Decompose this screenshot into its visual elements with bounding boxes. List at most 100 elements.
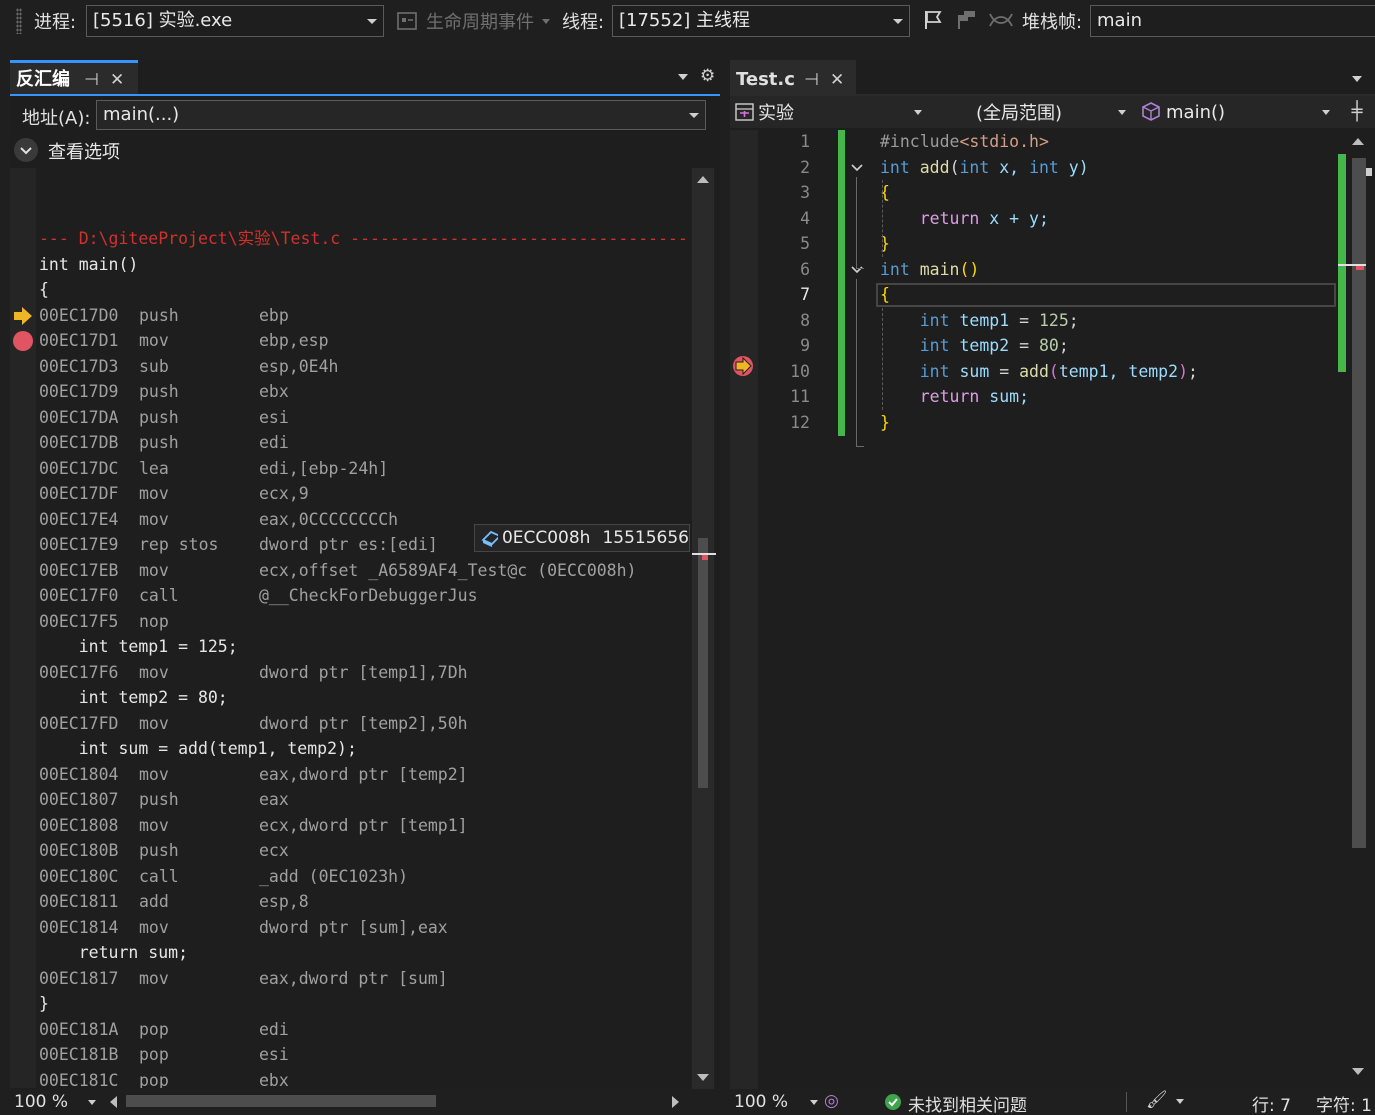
process-combo[interactable]: [5516] 实验.exe <box>86 5 384 37</box>
address-combo[interactable]: main(...) <box>96 100 706 130</box>
current-statement-arrow-icon <box>733 356 753 376</box>
asm-opcode: sub <box>139 356 169 376</box>
code-line[interactable]: int main() <box>880 257 979 283</box>
line-number: 9 <box>800 336 810 355</box>
disassembly-bottom-bar: 100 % <box>10 1089 720 1115</box>
code-line[interactable]: int temp2 = 80; <box>880 333 1069 359</box>
char-indicator[interactable]: 字符: 1 <box>1316 1091 1375 1115</box>
chevron-down-icon[interactable] <box>678 74 688 80</box>
flag-thread-button[interactable] <box>922 9 944 31</box>
line-number: 7 <box>800 285 810 304</box>
asm-operands: ebx <box>259 1070 289 1089</box>
scroll-thumb[interactable] <box>1352 158 1366 848</box>
process-label: 进程: <box>34 12 77 33</box>
scope-combo[interactable]: (全局范围) <box>936 98 1132 126</box>
editor-zoom-combo[interactable]: 100 % <box>734 1092 820 1114</box>
asm-opcode: push <box>139 841 179 860</box>
code-token: sum; <box>979 387 1030 406</box>
code-token: int <box>880 157 910 177</box>
thread-combo[interactable]: [17552] 主线程 <box>612 5 910 37</box>
function-cube-icon <box>1142 102 1160 121</box>
asm-opcode: mov <box>139 917 169 937</box>
close-icon[interactable]: ✕ <box>110 63 124 97</box>
source-text: { <box>39 280 49 299</box>
asm-operands: esp,8 <box>259 892 309 911</box>
code-line[interactable]: { <box>880 282 890 308</box>
tab-disassembly[interactable]: 反汇编 ⊣ ✕ <box>10 60 138 94</box>
view-options-label: 查看选项 <box>48 142 120 163</box>
function-combo[interactable]: main() <box>1140 98 1336 126</box>
toolbar-grip-icon[interactable] <box>16 8 22 34</box>
asm-opcode: nop <box>139 611 169 631</box>
disassembly-code[interactable]: --- D:\giteeProject\实验\Test.c ----------… <box>10 168 690 1088</box>
row-indicator[interactable]: 行: 7 <box>1252 1091 1291 1115</box>
code-cleanup-icon[interactable]: 🖌 <box>1146 1090 1168 1110</box>
source-line[interactable]: int temp2 = 80; <box>39 685 228 711</box>
source-line[interactable]: return sum; <box>39 940 188 966</box>
scroll-down-icon[interactable] <box>697 1074 709 1081</box>
asm-opcode: mov <box>139 968 169 988</box>
code-line[interactable]: int sum = add(temp1, temp2); <box>880 359 1198 385</box>
chevron-down-icon <box>893 19 903 24</box>
scroll-right-icon[interactable] <box>672 1096 679 1108</box>
code-line[interactable]: #include<stdio.h> <box>880 130 1049 155</box>
source-text: int main() <box>39 254 139 274</box>
code-token: = <box>1019 336 1039 355</box>
project-combo[interactable]: 实验 <box>734 98 926 126</box>
editor-vscrollbar[interactable] <box>1338 130 1375 1090</box>
scroll-up-icon[interactable] <box>1352 138 1364 145</box>
source-line[interactable]: int main() <box>39 252 138 278</box>
line-number: 5 <box>800 234 810 253</box>
source-line[interactable]: } <box>39 991 49 1017</box>
code-line[interactable]: return x + y; <box>880 206 1049 232</box>
scroll-down-icon[interactable] <box>1352 1068 1364 1075</box>
code-line[interactable]: int add(int x, int y) <box>880 155 1089 181</box>
editor-code[interactable]: 1 #include<stdio.h> 2 int add(int x, int y)… <box>758 130 1338 1090</box>
disassembly-vscrollbar[interactable] <box>692 168 716 1090</box>
asm-operands: ebp <box>259 305 289 325</box>
issues-status[interactable]: 未找到相关问题 <box>908 1091 1027 1115</box>
asm-address: 00EC1804 <box>39 764 119 784</box>
asm-address: 00EC180B <box>39 841 119 860</box>
asm-operands: edi,[ebp-24h] <box>259 458 389 478</box>
datatip[interactable]: 0ECC008h 15515656 <box>474 524 690 552</box>
fold-chevron-icon[interactable] <box>850 161 864 175</box>
gear-icon[interactable]: ⚙ <box>700 66 715 86</box>
chevron-down-icon <box>367 19 377 24</box>
scroll-thumb[interactable] <box>698 538 708 788</box>
close-icon[interactable]: ✕ <box>830 63 844 97</box>
source-line[interactable]: int temp1 = 125; <box>39 634 238 660</box>
source-line[interactable]: { <box>39 277 49 303</box>
stackframe-combo[interactable]: main <box>1090 5 1375 37</box>
intellicode-icon[interactable]: ◎ <box>824 1091 839 1111</box>
code-line[interactable]: int temp1 = 125; <box>880 308 1079 334</box>
scroll-up-icon[interactable] <box>697 176 709 183</box>
view-options-toggle[interactable] <box>14 138 38 162</box>
asm-opcode: mov <box>139 331 169 350</box>
breakpoint-icon[interactable] <box>13 331 33 351</box>
code-line[interactable]: } <box>880 410 890 436</box>
scroll-left-icon[interactable] <box>110 1096 117 1108</box>
show-flagged-threads-button[interactable] <box>954 9 978 31</box>
hscroll-thumb[interactable] <box>126 1095 436 1107</box>
lifecycle-events-button[interactable]: 生命周期事件 <box>396 8 550 34</box>
source-line[interactable]: --- D:\giteeProject\实验\Test.c ----------… <box>39 226 690 252</box>
editor-indicator-margin[interactable] <box>730 130 758 1090</box>
source-text: int temp2 = 80; <box>39 688 228 707</box>
code-token: int <box>880 310 950 330</box>
tab-test-c[interactable]: Test.c ⊣ ✕ <box>730 60 856 94</box>
source-line[interactable]: int sum = add(temp1, temp2); <box>39 736 357 762</box>
chevron-down-icon[interactable] <box>1352 76 1362 82</box>
toggle-parallel-button[interactable] <box>988 10 1014 30</box>
editor-panel: Test.c ⊣ ✕ 实验 (全局范围) main() ╪ 1 #include<… <box>730 58 1375 1115</box>
pin-icon[interactable]: ⊣ <box>804 63 819 97</box>
zoom-combo[interactable]: 100 % <box>14 1092 98 1114</box>
asm-operands: edi <box>259 433 289 452</box>
code-line[interactable]: return sum; <box>880 384 1029 410</box>
pin-icon[interactable]: ⊣ <box>84 63 99 97</box>
split-window-icon[interactable]: ╪ <box>1342 98 1372 126</box>
code-token: { <box>880 285 890 304</box>
asm-operands: ecx,9 <box>259 484 309 503</box>
line-number: 6 <box>800 259 810 279</box>
chevron-down-icon[interactable] <box>1176 1099 1184 1104</box>
